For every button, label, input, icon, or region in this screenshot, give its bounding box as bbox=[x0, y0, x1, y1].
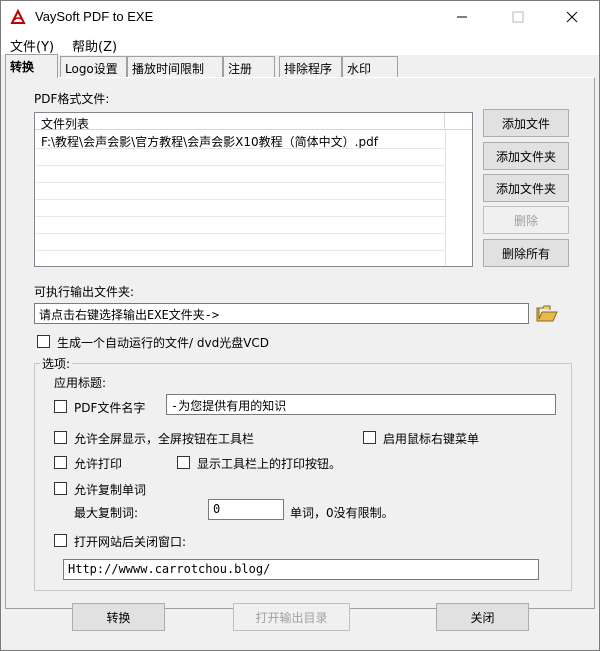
file-list[interactable]: 文件列表 F:\教程\会声会影\官方教程\会声会影X10教程（简体中文）.pdf bbox=[34, 112, 473, 267]
menu-help[interactable]: 帮助(Z) bbox=[69, 35, 120, 56]
close-icon bbox=[566, 11, 578, 23]
tab-time-limit[interactable]: 播放时间限制 bbox=[127, 56, 223, 77]
convert-button[interactable]: 转换 bbox=[72, 603, 165, 631]
tab-register[interactable]: 注册 bbox=[223, 56, 275, 77]
open-site-label: 打开网站后关闭窗口: bbox=[74, 535, 187, 549]
pdf-filename-checkbox[interactable] bbox=[54, 400, 67, 413]
delete-all-button[interactable]: 删除所有 bbox=[483, 239, 569, 267]
output-folder-input[interactable]: 请点击右键选择输出EXE文件夹-> bbox=[34, 303, 529, 324]
close-window-button[interactable] bbox=[549, 1, 595, 33]
pdf-files-label: PDF格式文件: bbox=[34, 92, 110, 106]
close-button[interactable]: 关闭 bbox=[436, 603, 529, 631]
tab-watermark[interactable]: 水印 bbox=[342, 56, 398, 77]
maximize-icon bbox=[512, 11, 524, 23]
grid-line bbox=[35, 250, 445, 251]
tab-logo[interactable]: Logo设置 bbox=[60, 56, 127, 77]
options-group-title: 选项: bbox=[40, 355, 73, 372]
allow-copy-label: 允许复制单词 bbox=[74, 483, 147, 497]
grid-line bbox=[35, 165, 445, 166]
open-folder-icon[interactable] bbox=[536, 304, 558, 323]
app-window: VaySoft PDF to EXE 文件(Y) 帮助(Z) 转换 Logo设置… bbox=[0, 0, 600, 651]
grid-line bbox=[35, 216, 445, 217]
menu-file[interactable]: 文件(Y) bbox=[7, 35, 57, 56]
delete-button[interactable]: 删除 bbox=[483, 206, 569, 234]
autorun-label: 生成一个自动运行的文件/ dvd光盘VCD bbox=[57, 336, 270, 350]
grid-line bbox=[35, 233, 445, 234]
allow-print-label: 允许打印 bbox=[74, 457, 123, 471]
output-folder-label: 可执行输出文件夹: bbox=[34, 285, 135, 299]
allow-copy-checkbox[interactable] bbox=[54, 482, 67, 495]
max-copy-hint: 单词，0没有限制。 bbox=[290, 506, 394, 520]
print-button-checkbox[interactable] bbox=[177, 456, 190, 469]
window-title: VaySoft PDF to EXE bbox=[35, 9, 154, 24]
minimize-button[interactable] bbox=[439, 1, 485, 33]
pdf-filename-label: PDF文件名字 bbox=[74, 401, 146, 415]
pdf-app-icon bbox=[10, 8, 26, 25]
fullscreen-checkbox[interactable] bbox=[54, 431, 67, 444]
print-button-label: 显示工具栏上的打印按钮。 bbox=[197, 457, 342, 471]
menu-bar: 文件(Y) 帮助(Z) bbox=[1, 33, 599, 55]
allow-print-checkbox[interactable] bbox=[54, 456, 67, 469]
tab-convert[interactable]: 转换 bbox=[5, 54, 58, 78]
right-click-menu-label: 启用鼠标右键菜单 bbox=[383, 432, 480, 446]
website-url-input[interactable]: Http://wwww.carrotchou.blog/ bbox=[63, 559, 539, 580]
autorun-checkbox[interactable] bbox=[37, 335, 50, 348]
minimize-icon bbox=[457, 16, 467, 18]
grid-line bbox=[35, 182, 445, 183]
app-title-input[interactable]: -为您提供有用的知识 bbox=[166, 394, 556, 415]
add-file-button[interactable]: 添加文件 bbox=[483, 109, 569, 137]
file-list-header: 文件列表 bbox=[35, 113, 472, 131]
max-copy-label: 最大复制词: bbox=[74, 506, 139, 520]
open-output-folder-button[interactable]: 打开输出目录 bbox=[233, 603, 350, 631]
open-site-checkbox[interactable] bbox=[54, 534, 67, 547]
file-list-column-header[interactable]: 文件列表 bbox=[35, 113, 445, 131]
tab-exclude-programs[interactable]: 排除程序 bbox=[279, 56, 342, 77]
max-copy-input[interactable]: 0 bbox=[208, 499, 284, 520]
add-folder-button-2[interactable]: 添加文件夹 bbox=[483, 174, 569, 202]
grid-line bbox=[35, 199, 445, 200]
app-title-label: 应用标题: bbox=[54, 376, 107, 390]
grid-line bbox=[35, 148, 445, 149]
file-list-row[interactable]: F:\教程\会声会影\官方教程\会声会影X10教程（简体中文）.pdf bbox=[35, 131, 445, 149]
grid-column-divider bbox=[445, 130, 446, 266]
right-click-menu-checkbox[interactable] bbox=[363, 431, 376, 444]
fullscreen-label: 允许全屏显示，全屏按钮在工具栏 bbox=[74, 432, 255, 446]
title-bar: VaySoft PDF to EXE bbox=[1, 1, 599, 33]
maximize-button[interactable] bbox=[495, 1, 541, 33]
add-folder-button[interactable]: 添加文件夹 bbox=[483, 142, 569, 170]
